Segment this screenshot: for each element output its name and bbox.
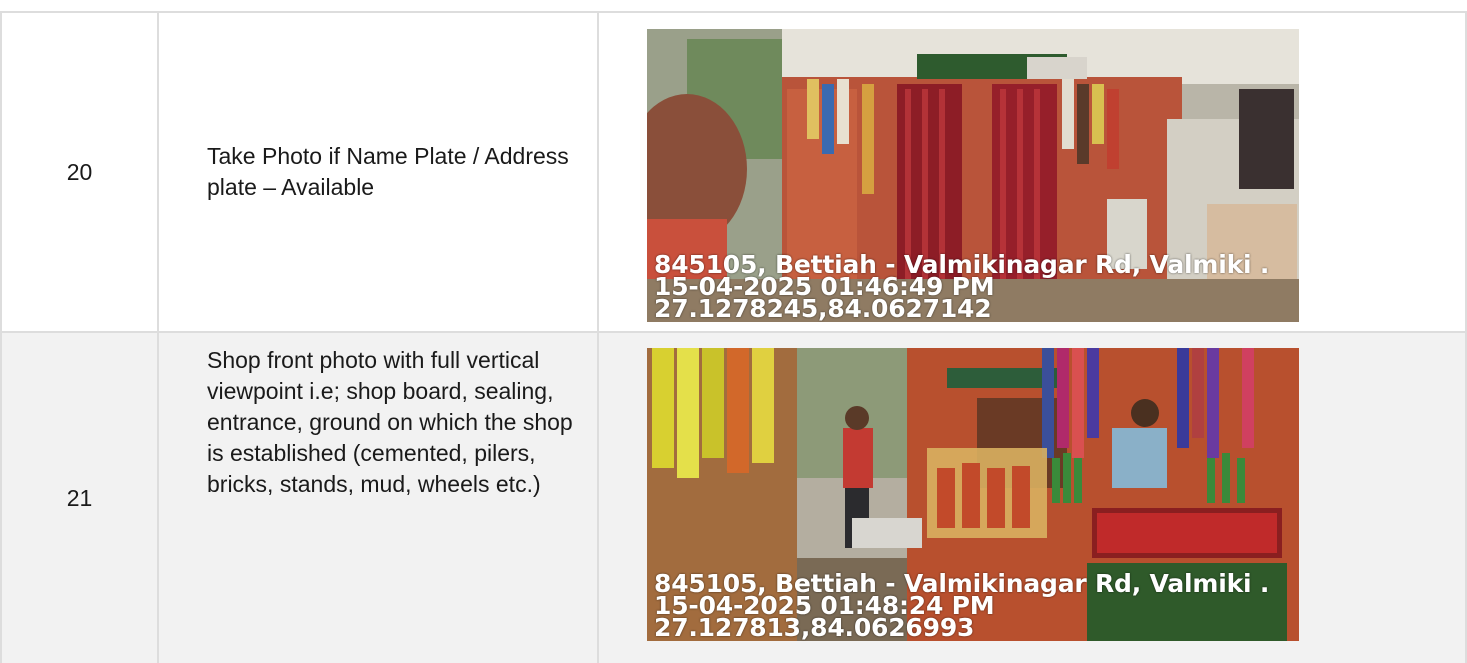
photo-cell: 845105, Bettiah - Valmikinagar Rd, Valmi… xyxy=(597,333,1467,663)
photo-geo-stamp: 845105, Bettiah - Valmikinagar Rd, Valmi… xyxy=(654,571,1269,641)
checklist-table: 20 Take Photo if Name Plate / Address pl… xyxy=(0,11,1467,663)
stamp-coords: 27.127813,84.0626993 xyxy=(654,613,975,641)
row-number: 20 xyxy=(0,13,157,331)
shop-photo: 845105, Bettiah - Valmikinagar Rd, Valmi… xyxy=(647,348,1299,641)
row-description-text: Take Photo if Name Plate / Address plate… xyxy=(207,143,569,200)
stamp-coords: 27.1278245,84.0627142 xyxy=(654,294,992,322)
shop-photo: 845105, Bettiah - Valmikinagar Rd, Valmi… xyxy=(647,29,1299,322)
photo-geo-stamp: 845105, Bettiah - Valmikinagar Rd, Valmi… xyxy=(654,252,1269,322)
table-row: 21 Shop front photo with full vertical v… xyxy=(0,333,1467,663)
table-row: 20 Take Photo if Name Plate / Address pl… xyxy=(0,13,1467,333)
row-description-text: Shop front photo with full vertical view… xyxy=(207,347,573,497)
row-description: Shop front photo with full vertical view… xyxy=(157,333,597,663)
row-description: Take Photo if Name Plate / Address plate… xyxy=(157,13,597,331)
photo-cell: 845105, Bettiah - Valmikinagar Rd, Valmi… xyxy=(597,13,1467,331)
row-number: 21 xyxy=(0,333,157,663)
